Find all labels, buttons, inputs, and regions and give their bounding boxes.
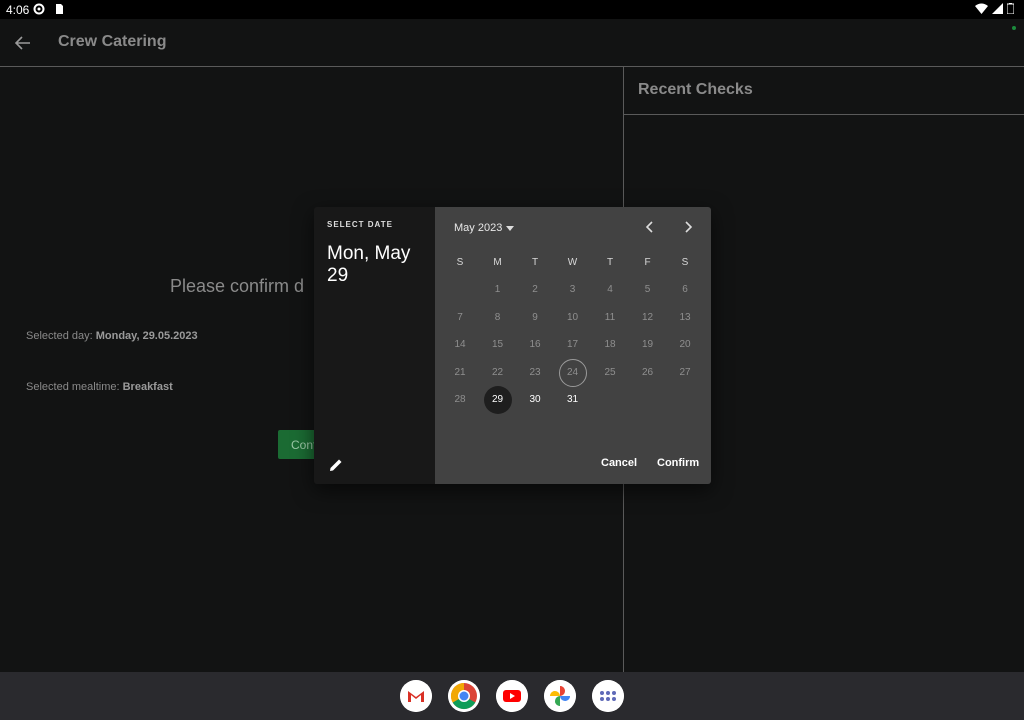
weekday-label: M xyxy=(493,257,502,268)
day-cell[interactable]: 17 xyxy=(559,331,587,359)
weekday-label: S xyxy=(456,257,464,268)
calendar-panel: May 2023 SMTWTFS 1 2 3 4 5 6 7 8 9 10 11 12 13 14 15 16… xyxy=(435,207,711,484)
day-cell[interactable]: 5 xyxy=(634,276,662,304)
select-date-label: SELECT DATE xyxy=(327,220,393,229)
day-cell[interactable]: 25 xyxy=(596,359,624,387)
day-cell[interactable]: 1 xyxy=(484,276,512,304)
back-arrow-icon[interactable] xyxy=(12,32,34,54)
app-launcher-icon[interactable] xyxy=(592,680,624,712)
youtube-icon[interactable] xyxy=(496,680,528,712)
day-cell[interactable]: 15 xyxy=(484,331,512,359)
confirm-heading: Please confirm d xyxy=(170,276,305,296)
edit-pencil-icon[interactable] xyxy=(328,457,344,473)
month-year-selector[interactable]: May 2023 xyxy=(454,222,515,234)
month-year-label: May 2023 xyxy=(454,222,503,234)
weekday-label: F xyxy=(644,257,651,268)
app-dock xyxy=(0,672,1024,720)
weekday-label: W xyxy=(567,257,578,268)
wifi-icon xyxy=(975,3,988,14)
app-title: Crew Catering xyxy=(58,33,167,50)
selected-date-display: Mon, May 29 xyxy=(327,243,411,286)
day-cell[interactable]: 27 xyxy=(671,359,699,387)
day-cell[interactable]: 11 xyxy=(596,304,624,332)
confirm-button[interactable]: Confirm xyxy=(657,457,699,469)
indicator-dot xyxy=(1012,26,1016,30)
day-cell[interactable]: 16 xyxy=(521,331,549,359)
day-cell[interactable]: 26 xyxy=(634,359,662,387)
day-cell[interactable]: 21 xyxy=(446,359,474,387)
cancel-button[interactable]: Cancel xyxy=(601,457,637,469)
app-bar: Crew Catering xyxy=(0,19,1024,67)
selected-mealtime-value: Breakfast xyxy=(122,381,173,393)
day-cell[interactable]: 12 xyxy=(634,304,662,332)
recent-checks-title: Recent Checks xyxy=(638,81,753,98)
day-cell[interactable]: 31 xyxy=(559,386,587,414)
selected-mealtime-label: Selected mealtime: xyxy=(26,381,123,393)
battery-icon xyxy=(1007,3,1014,14)
day-cell[interactable]: 10 xyxy=(559,304,587,332)
day-cell[interactable]: 7 xyxy=(446,304,474,332)
day-cell-selected[interactable]: 29 xyxy=(483,386,512,414)
date-picker-dialog: SELECT DATE Mon, May 29 May 2023 S M T W T F S… xyxy=(314,207,711,484)
status-time: 4:06 xyxy=(6,3,30,17)
day-cell[interactable]: 14 xyxy=(446,331,474,359)
chrome-icon[interactable] xyxy=(448,680,480,712)
settings-gear-icon xyxy=(33,3,45,15)
date-picker-header: SELECT DATE Mon, May 29 xyxy=(314,207,435,484)
sim-card-icon xyxy=(56,4,63,14)
selected-day: Selected day: Monday, 29.05.2023 xyxy=(26,330,198,342)
selected-mealtime: Selected mealtime: Breakfast xyxy=(26,381,173,393)
day-cell[interactable]: 18 xyxy=(596,331,624,359)
day-cell[interactable]: 9 xyxy=(521,304,549,332)
weekday-label: T xyxy=(531,257,539,268)
selected-day-value: Monday, 29.05.2023 xyxy=(95,330,198,342)
previous-month-icon[interactable] xyxy=(643,220,657,234)
day-cell[interactable]: 30 xyxy=(521,386,549,414)
day-cell[interactable]: 3 xyxy=(559,276,587,304)
weekday-label: S xyxy=(681,257,689,268)
status-bar: 4:06 xyxy=(0,0,1024,19)
day-cell[interactable]: 2 xyxy=(521,276,549,304)
photos-icon[interactable] xyxy=(544,680,576,712)
gmail-icon[interactable] xyxy=(400,680,432,712)
day-cell[interactable]: 8 xyxy=(484,304,512,332)
day-cell[interactable]: 19 xyxy=(634,331,662,359)
dropdown-triangle-icon xyxy=(506,225,515,231)
next-month-icon[interactable] xyxy=(681,220,695,234)
day-cell[interactable]: 24 xyxy=(558,358,587,387)
day-cell[interactable]: 23 xyxy=(521,359,549,387)
weekday-label: T xyxy=(606,257,614,268)
day-cell[interactable]: 20 xyxy=(671,331,699,359)
day-cell[interactable]: 6 xyxy=(671,276,699,304)
day-cell[interactable]: 13 xyxy=(671,304,699,332)
selected-day-label: Selected day: xyxy=(26,330,96,342)
cell-signal-icon xyxy=(992,3,1003,14)
divider xyxy=(624,114,1024,115)
day-cell[interactable]: 28 xyxy=(446,386,474,414)
day-cell[interactable]: 4 xyxy=(596,276,624,304)
day-cell[interactable]: 22 xyxy=(484,359,512,387)
